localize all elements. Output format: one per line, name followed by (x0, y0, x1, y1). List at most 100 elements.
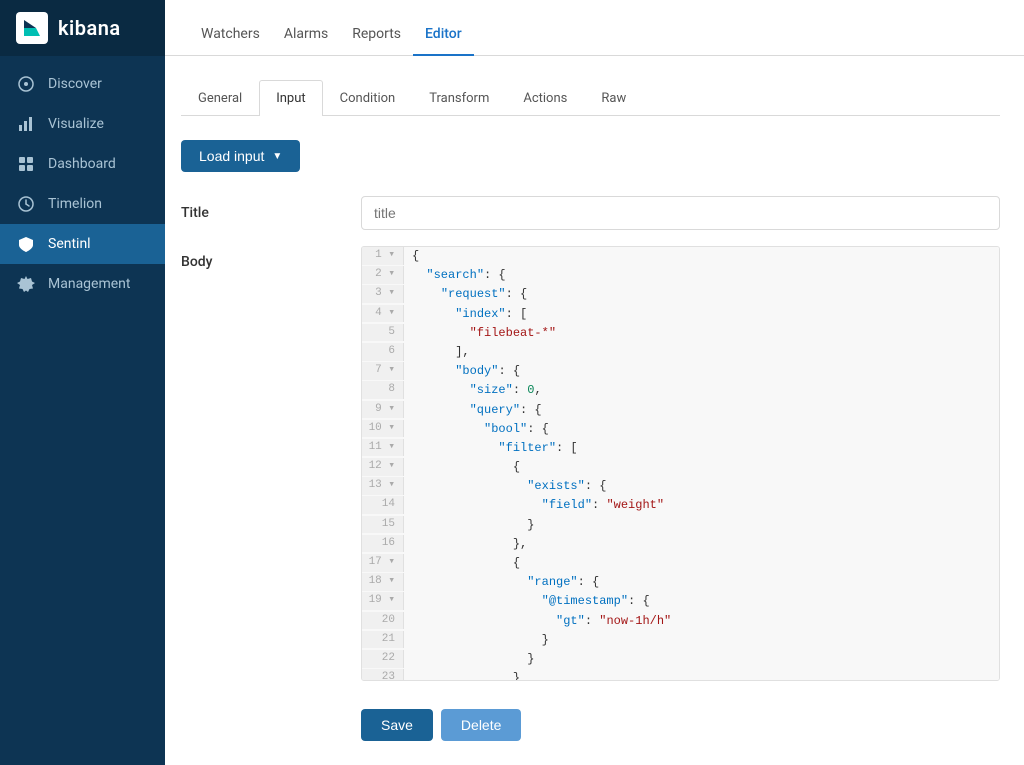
code-line: 15 } (362, 516, 999, 535)
line-content: "bool": { (404, 420, 557, 439)
code-line: 18 ▾ "range": { (362, 573, 999, 592)
line-number: 22 (362, 650, 404, 668)
code-line: 8 "size": 0, (362, 381, 999, 400)
line-number: 7 ▾ (362, 362, 404, 380)
load-input-label: Load input (199, 148, 264, 164)
code-line: 3 ▾ "request": { (362, 285, 999, 304)
line-number: 9 ▾ (362, 401, 404, 419)
line-content: "range": { (404, 573, 607, 592)
line-content: "field": "weight" (404, 496, 672, 515)
line-number: 3 ▾ (362, 285, 404, 303)
sidebar-item-timelion[interactable]: Timelion (0, 184, 165, 224)
code-line: 9 ▾ "query": { (362, 401, 999, 420)
code-line: 22 } (362, 650, 999, 669)
dropdown-caret-icon: ▼ (272, 151, 282, 162)
line-number: 2 ▾ (362, 266, 404, 284)
line-content: "filebeat-*" (404, 324, 564, 343)
sidebar: kibana Discover Visualize (0, 0, 165, 765)
kibana-logo-icon (16, 12, 48, 44)
compass-icon (16, 74, 36, 94)
code-line: 14 "field": "weight" (362, 496, 999, 515)
line-content: } (404, 650, 542, 669)
line-content: "filter": [ (404, 439, 586, 458)
line-number: 15 (362, 516, 404, 534)
sidebar-item-management[interactable]: Management (0, 264, 165, 304)
gear-icon (16, 274, 36, 294)
sidebar-item-dashboard-label: Dashboard (48, 156, 116, 172)
line-number: 11 ▾ (362, 439, 404, 457)
line-number: 6 (362, 343, 404, 361)
code-line: 4 ▾ "index": [ (362, 305, 999, 324)
delete-button[interactable]: Delete (441, 709, 521, 741)
line-content: { (404, 247, 427, 266)
line-number: 23 (362, 669, 404, 681)
code-editor[interactable]: 1 ▾{2 ▾ "search": {3 ▾ "request": {4 ▾ "… (361, 246, 1000, 681)
sidebar-item-visualize-label: Visualize (48, 116, 104, 132)
topnav-editor[interactable]: Editor (413, 10, 474, 56)
code-line: 17 ▾ { (362, 554, 999, 573)
tab-raw[interactable]: Raw (584, 80, 643, 116)
tab-general[interactable]: General (181, 80, 259, 116)
line-number: 20 (362, 612, 404, 630)
code-line: 6 ], (362, 343, 999, 362)
code-line: 2 ▾ "search": { (362, 266, 999, 285)
line-number: 13 ▾ (362, 477, 404, 495)
tab-condition[interactable]: Condition (323, 80, 413, 116)
line-content: "index": [ (404, 305, 535, 324)
top-nav: Watchers Alarms Reports Editor (165, 0, 1024, 56)
line-content: { (404, 554, 528, 573)
clock-icon (16, 194, 36, 214)
code-line: 11 ▾ "filter": [ (362, 439, 999, 458)
line-content: "gt": "now-1h/h" (404, 612, 679, 631)
body-label: Body (181, 246, 361, 270)
sidebar-item-sentinl[interactable]: Sentinl (0, 224, 165, 264)
save-button[interactable]: Save (361, 709, 433, 741)
line-number: 5 (362, 324, 404, 342)
sidebar-item-discover[interactable]: Discover (0, 64, 165, 104)
topnav-reports[interactable]: Reports (340, 10, 413, 56)
line-content: "query": { (404, 401, 550, 420)
line-number: 21 (362, 631, 404, 649)
code-line: 16 }, (362, 535, 999, 554)
line-number: 1 ▾ (362, 247, 404, 265)
bottom-buttons: Save Delete (181, 709, 1000, 741)
line-content: }, (404, 535, 535, 554)
line-number: 18 ▾ (362, 573, 404, 591)
sidebar-item-sentinl-label: Sentinl (48, 236, 91, 252)
code-line: 7 ▾ "body": { (362, 362, 999, 381)
line-number: 4 ▾ (362, 305, 404, 323)
tab-transform[interactable]: Transform (412, 80, 506, 116)
bar-chart-icon (16, 114, 36, 134)
code-line: 19 ▾ "@timestamp": { (362, 592, 999, 611)
content-area: General Input Condition Transform Action… (165, 56, 1024, 765)
sidebar-nav: Discover Visualize (0, 56, 165, 765)
code-line: 23 } (362, 669, 999, 681)
sidebar-item-dashboard[interactable]: Dashboard (0, 144, 165, 184)
code-line: 5 "filebeat-*" (362, 324, 999, 343)
line-content: "@timestamp": { (404, 592, 658, 611)
title-label: Title (181, 205, 361, 221)
code-line: 20 "gt": "now-1h/h" (362, 612, 999, 631)
topnav-watchers[interactable]: Watchers (189, 10, 272, 56)
load-input-button[interactable]: Load input ▼ (181, 140, 300, 172)
line-number: 19 ▾ (362, 592, 404, 610)
sidebar-logo: kibana (0, 0, 165, 56)
line-number: 16 (362, 535, 404, 553)
line-number: 14 (362, 496, 404, 514)
line-content: "request": { (404, 285, 535, 304)
line-content: } (404, 516, 542, 535)
body-row: Body 1 ▾{2 ▾ "search": {3 ▾ "request": {… (181, 246, 1000, 693)
line-content: } (404, 631, 557, 650)
sidebar-item-visualize[interactable]: Visualize (0, 104, 165, 144)
line-content: "body": { (404, 362, 528, 381)
line-content: "exists": { (404, 477, 614, 496)
line-number: 10 ▾ (362, 420, 404, 438)
title-input[interactable] (361, 196, 1000, 230)
tab-actions[interactable]: Actions (506, 80, 584, 116)
code-line: 13 ▾ "exists": { (362, 477, 999, 496)
line-content: "search": { (404, 266, 514, 285)
tab-input[interactable]: Input (259, 80, 322, 116)
topnav-alarms[interactable]: Alarms (272, 10, 340, 56)
shield-icon (16, 234, 36, 254)
line-number: 17 ▾ (362, 554, 404, 572)
